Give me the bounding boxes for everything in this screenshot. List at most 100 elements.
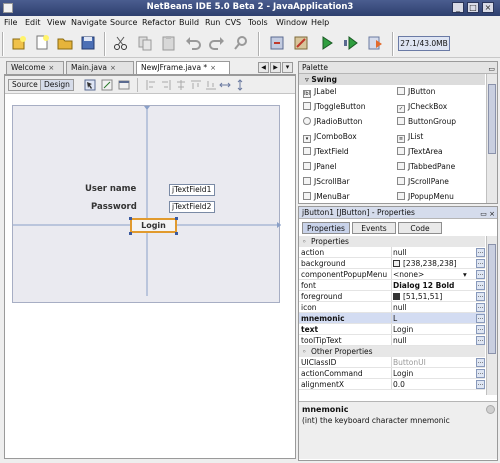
- menu-tools[interactable]: Tools: [248, 18, 268, 27]
- menu-help[interactable]: Help: [311, 18, 329, 27]
- property-editor-button[interactable]: …: [476, 292, 485, 301]
- tab-events[interactable]: Events: [352, 222, 396, 234]
- login-button[interactable]: Login: [130, 218, 177, 233]
- run-main-icon[interactable]: [318, 34, 336, 52]
- clean-build-icon[interactable]: [292, 34, 310, 52]
- tab-welcome[interactable]: Welcome ×: [6, 61, 64, 74]
- palette-item-jscrollpane[interactable]: JScrollPane: [397, 175, 449, 189]
- text-field-2[interactable]: jTextField2: [169, 201, 215, 213]
- text-field-1[interactable]: jTextField1: [169, 184, 215, 196]
- menu-file[interactable]: File: [4, 18, 17, 27]
- minimize-window-icon[interactable]: ▭ ×: [480, 208, 495, 220]
- property-editor-button[interactable]: …: [476, 325, 485, 334]
- menu-build[interactable]: Build: [179, 18, 199, 27]
- property-editor-button[interactable]: …: [476, 303, 485, 312]
- find-icon[interactable]: [232, 34, 250, 52]
- tab-list-icon[interactable]: ▾: [282, 62, 293, 73]
- align-left-icon[interactable]: [145, 79, 157, 91]
- design-canvas[interactable]: User name Password jTextField1 jTextFiel…: [12, 105, 281, 303]
- align-bottom-icon[interactable]: [205, 79, 217, 91]
- other-properties-section[interactable]: ◦ Other Properties: [299, 346, 485, 357]
- property-editor-button[interactable]: …: [476, 270, 485, 279]
- property-row-alignmentx[interactable]: alignmentX 0.0…: [299, 379, 485, 390]
- tab-main-java[interactable]: Main.java ×: [66, 61, 134, 74]
- palette-item-jlabel[interactable]: lbl JLabel: [303, 85, 336, 99]
- palette-scrollbar[interactable]: [486, 74, 497, 203]
- properties-scrollbar[interactable]: [486, 236, 497, 395]
- copy-icon[interactable]: [136, 34, 154, 52]
- palette-category[interactable]: ▿ Swing: [299, 74, 485, 85]
- menu-cvs[interactable]: CVS: [225, 18, 241, 27]
- palette-item-jtextfield[interactable]: JTextField: [303, 145, 349, 159]
- minimize-button[interactable]: _: [452, 2, 464, 13]
- palette-item-jcombobox[interactable]: ▾ JComboBox: [303, 130, 357, 144]
- profile-icon[interactable]: [366, 34, 384, 52]
- property-editor-button[interactable]: …: [476, 259, 485, 268]
- memory-indicator[interactable]: 27.1/43.0MB: [398, 36, 450, 51]
- property-editor-button[interactable]: …: [476, 380, 485, 389]
- property-row-mnemonic[interactable]: mnemonic L…: [299, 313, 485, 324]
- palette-scroll-thumb[interactable]: [488, 84, 496, 154]
- help-icon[interactable]: [486, 405, 495, 414]
- change-horizontal-resizability-icon[interactable]: [219, 79, 231, 91]
- close-tab-icon[interactable]: ×: [110, 64, 116, 72]
- close-tab-icon[interactable]: ×: [210, 64, 216, 72]
- change-vertical-resizability-icon[interactable]: [234, 79, 246, 91]
- menu-window[interactable]: Window: [276, 18, 308, 27]
- scroll-tabs-right-icon[interactable]: ▶: [270, 62, 281, 73]
- property-row-componentpopupmenu[interactable]: componentPopupMenu <none> ▾…: [299, 269, 485, 280]
- palette-item-jcheckbox[interactable]: ✓ JCheckBox: [397, 100, 447, 114]
- menu-run[interactable]: Run: [205, 18, 220, 27]
- selection-mode-icon[interactable]: [84, 79, 96, 91]
- design-mode-button[interactable]: Design: [40, 79, 74, 91]
- palette-item-jbutton[interactable]: JButton: [397, 85, 435, 99]
- redo-icon[interactable]: [208, 34, 226, 52]
- tab-properties[interactable]: Properties: [302, 222, 350, 234]
- palette-item-jradiobutton[interactable]: JRadioButton: [303, 115, 362, 129]
- palette-item-jmenubar[interactable]: JMenuBar: [303, 190, 350, 203]
- properties-section[interactable]: ◦ Properties: [299, 236, 485, 247]
- palette-item-buttongroup[interactable]: ButtonGroup: [397, 115, 456, 129]
- password-label[interactable]: Password: [91, 202, 137, 212]
- menu-edit[interactable]: Edit: [25, 18, 41, 27]
- palette-item-jtogglebutton[interactable]: JToggleButton: [303, 100, 365, 114]
- build-main-icon[interactable]: [268, 34, 286, 52]
- menu-refactor[interactable]: Refactor: [142, 18, 176, 27]
- maximize-button[interactable]: □: [467, 2, 479, 13]
- property-row-foreground[interactable]: foreground [51,51,51]…: [299, 291, 485, 302]
- palette-item-jpanel[interactable]: JPanel: [303, 160, 336, 174]
- dropdown-arrow-icon[interactable]: ▾: [463, 269, 467, 280]
- paste-icon[interactable]: [160, 34, 178, 52]
- palette-item-jpopupmenu[interactable]: JPopupMenu: [397, 190, 454, 203]
- save-all-icon[interactable]: [79, 34, 97, 52]
- property-row-icon[interactable]: icon null…: [299, 302, 485, 313]
- tab-newjframe[interactable]: NewJFrame.java * ×: [136, 61, 230, 74]
- property-editor-button[interactable]: …: [476, 281, 485, 290]
- property-row-uiclassid[interactable]: UIClassID ButtonUI…: [299, 357, 485, 368]
- close-button[interactable]: ×: [482, 2, 494, 13]
- property-editor-button[interactable]: …: [476, 369, 485, 378]
- connection-mode-icon[interactable]: [101, 79, 113, 91]
- property-row-text[interactable]: text Login…: [299, 324, 485, 335]
- property-editor-button[interactable]: …: [476, 358, 485, 367]
- property-editor-button[interactable]: …: [476, 336, 485, 345]
- property-row-tooltiptext[interactable]: toolTipText null…: [299, 335, 485, 346]
- new-file-icon[interactable]: [33, 34, 51, 52]
- property-row-action[interactable]: action null…: [299, 247, 485, 258]
- open-project-icon[interactable]: [56, 34, 74, 52]
- new-project-icon[interactable]: [10, 34, 28, 52]
- properties-scroll-thumb[interactable]: [488, 244, 496, 354]
- scroll-tabs-left-icon[interactable]: ◀: [258, 62, 269, 73]
- username-label[interactable]: User name: [85, 184, 136, 194]
- cut-icon[interactable]: [112, 34, 130, 52]
- menu-navigate[interactable]: Navigate: [71, 18, 107, 27]
- tab-code[interactable]: Code: [398, 222, 442, 234]
- palette-item-jlist[interactable]: ≡ JList: [397, 130, 423, 144]
- property-editor-button[interactable]: …: [476, 314, 485, 323]
- palette-item-jtabbedpane[interactable]: JTabbedPane: [397, 160, 455, 174]
- source-mode-button[interactable]: Source: [8, 79, 42, 91]
- palette-item-jtextarea[interactable]: JTextArea: [397, 145, 443, 159]
- align-top-icon[interactable]: [190, 79, 202, 91]
- property-row-font[interactable]: font Dialog 12 Bold…: [299, 280, 485, 291]
- debug-main-icon[interactable]: [342, 34, 360, 52]
